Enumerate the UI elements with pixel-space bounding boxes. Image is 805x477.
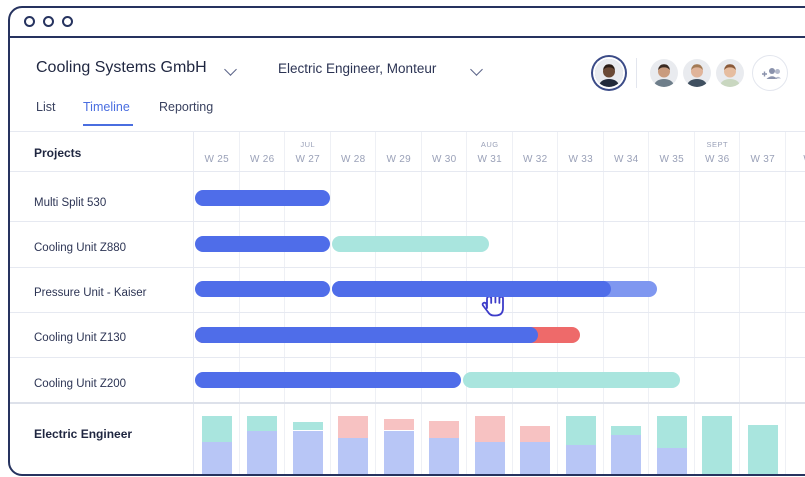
avatar-selected[interactable] <box>595 59 623 87</box>
capacity-free <box>565 416 596 445</box>
grid-divider <box>194 171 805 172</box>
capacity-allocated <box>611 434 641 474</box>
week-column <box>786 132 805 474</box>
project-timeline-bar[interactable] <box>195 281 330 297</box>
project-timeline-bar[interactable] <box>463 372 680 388</box>
avatar[interactable] <box>650 59 678 87</box>
week-column <box>604 132 649 474</box>
project-label[interactable]: Cooling Unit Z200 <box>34 378 126 390</box>
capacity-allocated <box>474 442 505 474</box>
person-avatar-icon <box>650 59 678 87</box>
week-column <box>513 132 558 474</box>
week-label: W 27 <box>295 154 321 165</box>
capacity-overbooked <box>520 425 550 443</box>
avatar-divider <box>636 58 637 88</box>
tab-reporting[interactable]: Reporting <box>159 100 213 114</box>
divider <box>10 402 194 404</box>
tab-list[interactable]: List <box>36 100 55 114</box>
avatar[interactable] <box>683 59 711 87</box>
capacity-allocated <box>520 442 550 474</box>
window-close-dot[interactable] <box>24 16 35 27</box>
week-label: W 37 <box>750 154 776 165</box>
window-minimize-dot[interactable] <box>43 16 54 27</box>
chevron-down-icon[interactable] <box>224 63 237 76</box>
month-label: JUL <box>300 140 316 149</box>
week-label: W 25 <box>204 154 230 165</box>
add-user-button[interactable] <box>752 55 788 91</box>
capacity-overbooked <box>338 416 368 439</box>
project-timeline-bar[interactable] <box>331 281 611 297</box>
capacity-allocated <box>292 430 323 474</box>
grid-divider <box>194 357 805 358</box>
capacity-free <box>247 416 277 431</box>
projects-header: Projects <box>34 146 82 160</box>
week-label: W 35 <box>659 154 685 165</box>
role-filter-label[interactable]: Electric Engineer, Monteur <box>278 61 436 76</box>
capacity-free <box>702 416 732 474</box>
week-label: W <box>786 154 805 165</box>
window-maximize-dot[interactable] <box>62 16 73 27</box>
week-label: W 31 <box>477 154 503 165</box>
week-label: W 26 <box>249 154 275 165</box>
capacity-allocated <box>383 430 414 474</box>
person-avatar-icon <box>683 59 711 87</box>
divider <box>10 357 194 358</box>
month-label: AUG <box>480 140 499 149</box>
grid-divider <box>194 221 805 222</box>
capacity-allocated <box>429 438 459 474</box>
projects-column: Projects Multi Split 530 Cooling Unit Z8… <box>10 132 194 474</box>
capacity-allocated <box>656 447 687 474</box>
project-timeline-bar[interactable] <box>195 190 330 206</box>
project-timeline-bar[interactable] <box>331 236 489 252</box>
project-label[interactable]: Pressure Unit - Kaiser <box>34 287 146 299</box>
project-timeline-bar[interactable] <box>195 236 330 252</box>
month-label: SEPT <box>706 140 729 149</box>
divider <box>10 267 194 268</box>
add-user-icon <box>762 68 781 79</box>
window-titlebar <box>10 8 805 38</box>
capacity-free <box>656 416 687 448</box>
grid-divider <box>194 267 805 268</box>
week-label: W 28 <box>340 154 366 165</box>
company-selector-label[interactable]: Cooling Systems GmbH <box>36 59 207 77</box>
capacity-overbooked <box>429 420 459 439</box>
project-label[interactable]: Multi Split 530 <box>34 197 106 209</box>
capacity-allocated <box>201 442 232 474</box>
week-label: W 30 <box>431 154 457 165</box>
person-avatar-icon <box>595 59 623 87</box>
capacity-overbooked <box>383 418 414 431</box>
tab-timeline[interactable]: Timeline <box>83 100 130 114</box>
grid-divider <box>194 402 805 404</box>
capacity-free <box>747 424 778 474</box>
avatar[interactable] <box>716 59 744 87</box>
divider <box>10 221 194 222</box>
divider <box>10 171 194 172</box>
project-timeline-bar[interactable] <box>195 327 538 343</box>
capacity-free <box>292 421 323 431</box>
resource-role-label: Electric Engineer <box>34 427 133 441</box>
app-window: Cooling Systems GmbH Electric Engineer, … <box>8 6 805 476</box>
project-label[interactable]: Cooling Unit Z880 <box>34 242 126 254</box>
capacity-allocated <box>338 438 368 474</box>
person-avatar-icon <box>716 59 744 87</box>
week-label: W 32 <box>522 154 548 165</box>
chevron-down-icon[interactable] <box>470 63 483 76</box>
capacity-free <box>201 416 232 443</box>
week-label: W 29 <box>386 154 412 165</box>
divider <box>10 312 194 313</box>
header: Cooling Systems GmbH Electric Engineer, … <box>10 38 805 132</box>
week-label: W 36 <box>704 154 730 165</box>
project-timeline-bar[interactable] <box>195 372 462 388</box>
project-label[interactable]: Cooling Unit Z130 <box>34 332 126 344</box>
active-tab-indicator <box>83 124 133 126</box>
capacity-free <box>611 425 641 435</box>
capacity-allocated <box>565 445 596 474</box>
week-label: W 33 <box>568 154 594 165</box>
week-label: W 34 <box>613 154 639 165</box>
capacity-overbooked <box>474 416 505 443</box>
capacity-allocated <box>247 430 277 474</box>
